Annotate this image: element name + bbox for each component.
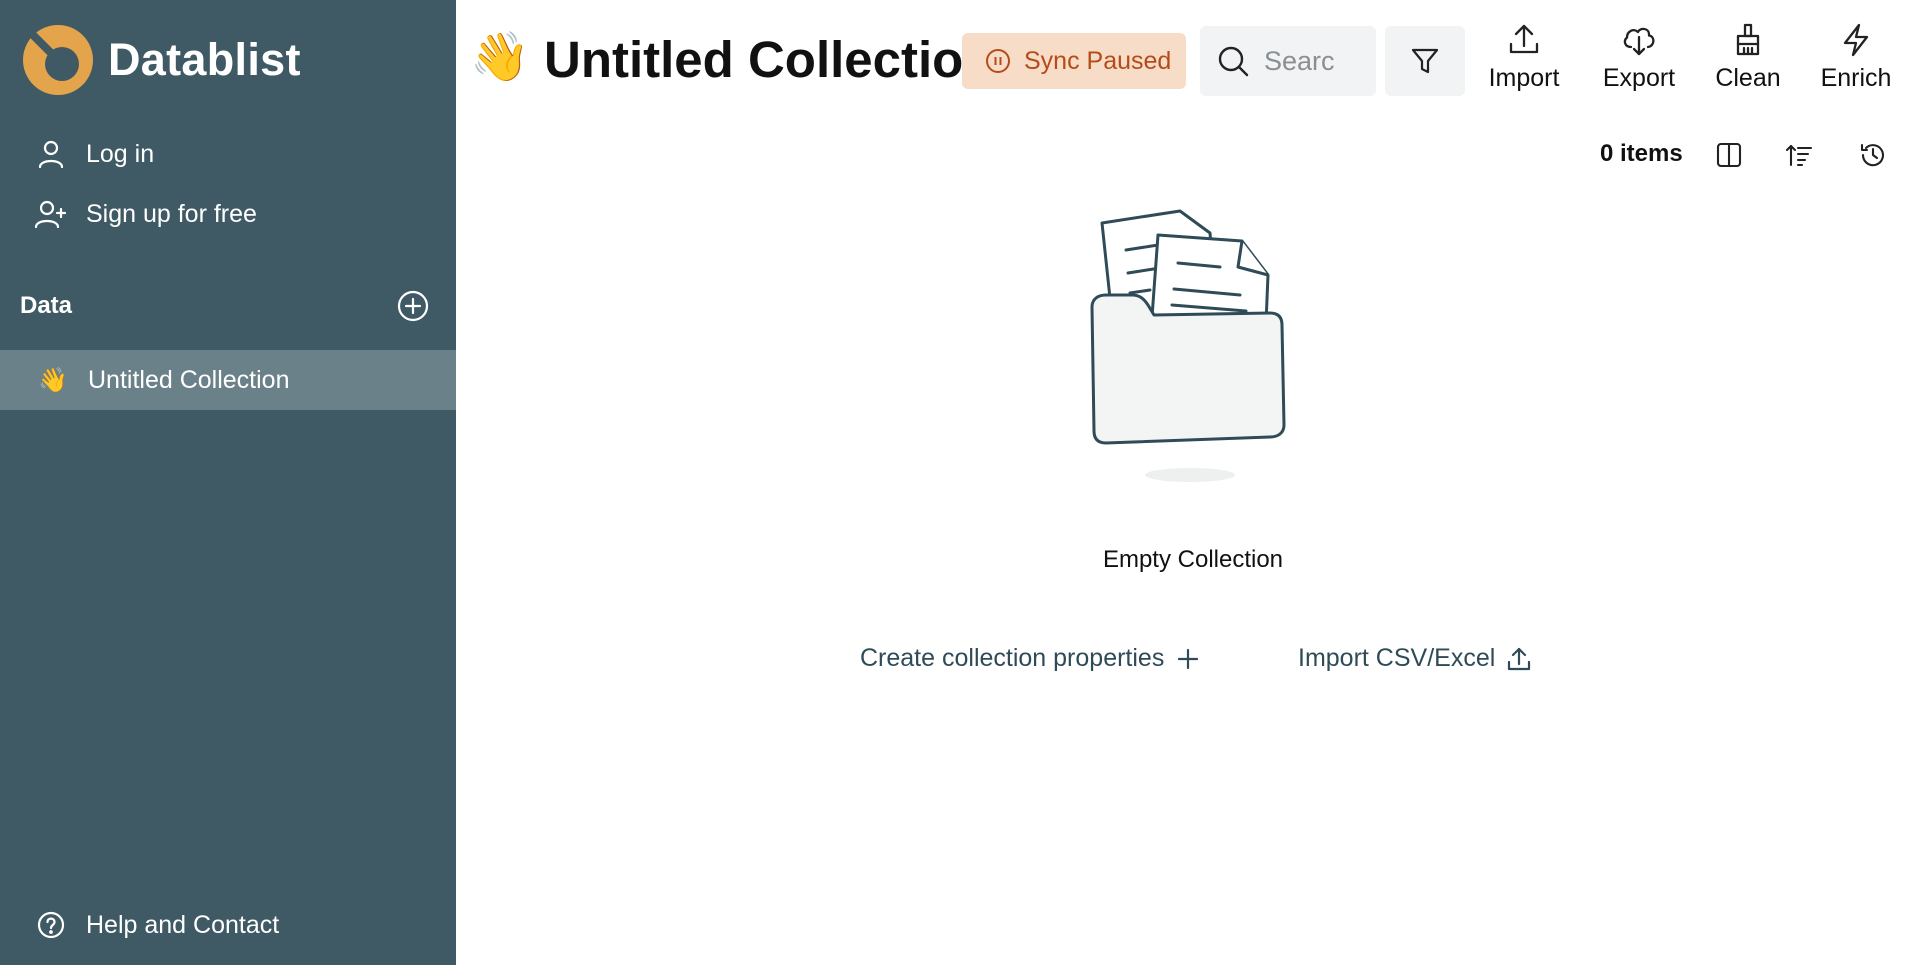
plus-icon — [1178, 648, 1199, 669]
create-properties-label: Create collection properties — [860, 644, 1165, 672]
history-button[interactable] — [1856, 138, 1890, 172]
page-title[interactable]: Untitled Collection — [544, 30, 994, 90]
user-plus-icon — [34, 197, 68, 231]
enrich-label: Enrich — [1820, 64, 1892, 92]
import-csv-label: Import CSV/Excel — [1298, 644, 1496, 672]
upload-icon — [1509, 24, 1539, 54]
brand[interactable]: Datablist — [22, 22, 301, 98]
help-label: Help and Contact — [86, 910, 280, 939]
create-properties-link[interactable]: Create collection properties — [860, 644, 1202, 673]
data-section-header: Data — [20, 288, 430, 324]
items-count: 0 items — [1600, 140, 1683, 167]
login-label: Log in — [86, 139, 155, 168]
lightning-icon — [1843, 23, 1869, 57]
export-button[interactable]: Export — [1589, 22, 1689, 93]
signup-link[interactable]: Sign up for free — [34, 194, 257, 234]
datablist-logo-icon — [23, 25, 93, 95]
sidebar-item-untitled-collection[interactable]: 👋 Untitled Collection — [0, 350, 456, 410]
enrich-button[interactable]: Enrich — [1806, 22, 1906, 93]
upload-icon — [1508, 647, 1531, 670]
import-button[interactable]: Import — [1474, 22, 1574, 93]
cloud-download-icon — [1623, 27, 1655, 56]
brand-name: Datablist — [108, 34, 301, 85]
filter-button[interactable] — [1385, 26, 1465, 96]
collection-emoji[interactable]: 👋 — [470, 28, 530, 88]
sort-icon — [1785, 144, 1813, 167]
collection-label: Untitled Collection — [88, 365, 290, 394]
search-input[interactable] — [1264, 45, 1364, 77]
columns-icon — [1716, 142, 1742, 168]
sync-status-badge[interactable]: Sync Paused — [962, 33, 1186, 89]
search-box — [1200, 26, 1376, 96]
add-collection-button[interactable] — [396, 289, 430, 323]
help-contact-link[interactable]: Help and Contact — [34, 905, 279, 945]
import-csv-link[interactable]: Import CSV/Excel — [1298, 644, 1533, 673]
data-section-title: Data — [20, 292, 73, 319]
split-view-button[interactable] — [1712, 138, 1746, 172]
history-icon — [1860, 143, 1885, 167]
sidebar: Datablist Log in Sign up for free Data 👋… — [0, 0, 456, 965]
empty-state-message: Empty Collection — [1102, 546, 1284, 573]
sync-status-label: Sync Paused — [1024, 46, 1172, 75]
sort-button[interactable] — [1782, 138, 1816, 172]
export-label: Export — [1602, 64, 1676, 92]
empty-folder-illustration — [1090, 209, 1286, 482]
broom-icon — [1736, 23, 1760, 56]
waving-hand-emoji: 👋 — [38, 366, 68, 394]
pause-circle-icon — [986, 49, 1010, 73]
signup-label: Sign up for free — [86, 199, 257, 228]
user-icon — [34, 137, 68, 171]
import-label: Import — [1488, 64, 1560, 92]
clean-button[interactable]: Clean — [1698, 22, 1798, 93]
plus-circle-icon — [397, 290, 429, 322]
login-link[interactable]: Log in — [34, 134, 154, 174]
clean-label: Clean — [1715, 64, 1781, 92]
filter-icon — [1411, 48, 1439, 74]
help-circle-icon — [34, 908, 68, 942]
collection-header: 👋 Untitled Collection Sync Paused Import — [456, 0, 1920, 120]
search-icon — [1218, 46, 1249, 77]
